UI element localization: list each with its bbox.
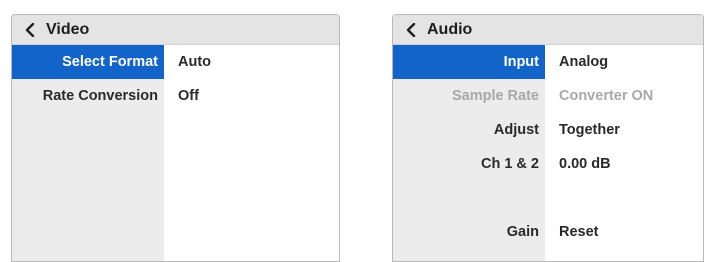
setting-label: Ch 1 & 2 xyxy=(480,156,539,172)
setting-row-gain[interactable]: Gain Reset xyxy=(393,215,703,249)
chevron-left-icon[interactable] xyxy=(405,22,417,37)
setting-row-adjust[interactable]: Adjust Together xyxy=(393,113,703,147)
video-title: Video xyxy=(46,20,90,38)
setting-label: Select Format xyxy=(12,45,164,79)
audio-header[interactable]: Audio xyxy=(393,15,703,45)
setting-value: Converter ON xyxy=(559,88,654,104)
setting-label: Input xyxy=(393,45,545,79)
audio-settings-list: Input Analog Sample Rate Converter ON Ad… xyxy=(393,45,703,261)
setting-value: 0.00 dB xyxy=(559,156,611,172)
setting-label: Gain xyxy=(506,224,539,240)
setting-row-ch-1-2[interactable]: Ch 1 & 2 0.00 dB xyxy=(393,147,703,181)
setting-value: Off xyxy=(178,88,199,104)
setting-row-rate-conversion[interactable]: Rate Conversion Off xyxy=(12,79,339,113)
chevron-left-icon[interactable] xyxy=(24,22,36,37)
video-header[interactable]: Video xyxy=(12,15,339,45)
setting-value: Auto xyxy=(178,54,212,70)
video-panel: Video Select Format Auto Rate Conversion… xyxy=(11,14,340,262)
setting-label: Sample Rate xyxy=(451,88,539,104)
setting-value: Reset xyxy=(559,224,599,240)
setting-label: Adjust xyxy=(493,122,539,138)
setting-value: Together xyxy=(559,122,620,138)
setting-row-sample-rate: Sample Rate Converter ON xyxy=(393,79,703,113)
setting-row-select-format[interactable]: Select Format Auto xyxy=(12,45,339,79)
video-settings-list: Select Format Auto Rate Conversion Off xyxy=(12,45,339,261)
setting-row-input[interactable]: Input Analog xyxy=(393,45,703,79)
audio-title: Audio xyxy=(427,20,473,38)
setting-label: Rate Conversion xyxy=(42,88,158,104)
setting-value: Analog xyxy=(559,54,609,70)
audio-panel: Audio Input Analog Sample Rate Converter… xyxy=(392,14,704,262)
